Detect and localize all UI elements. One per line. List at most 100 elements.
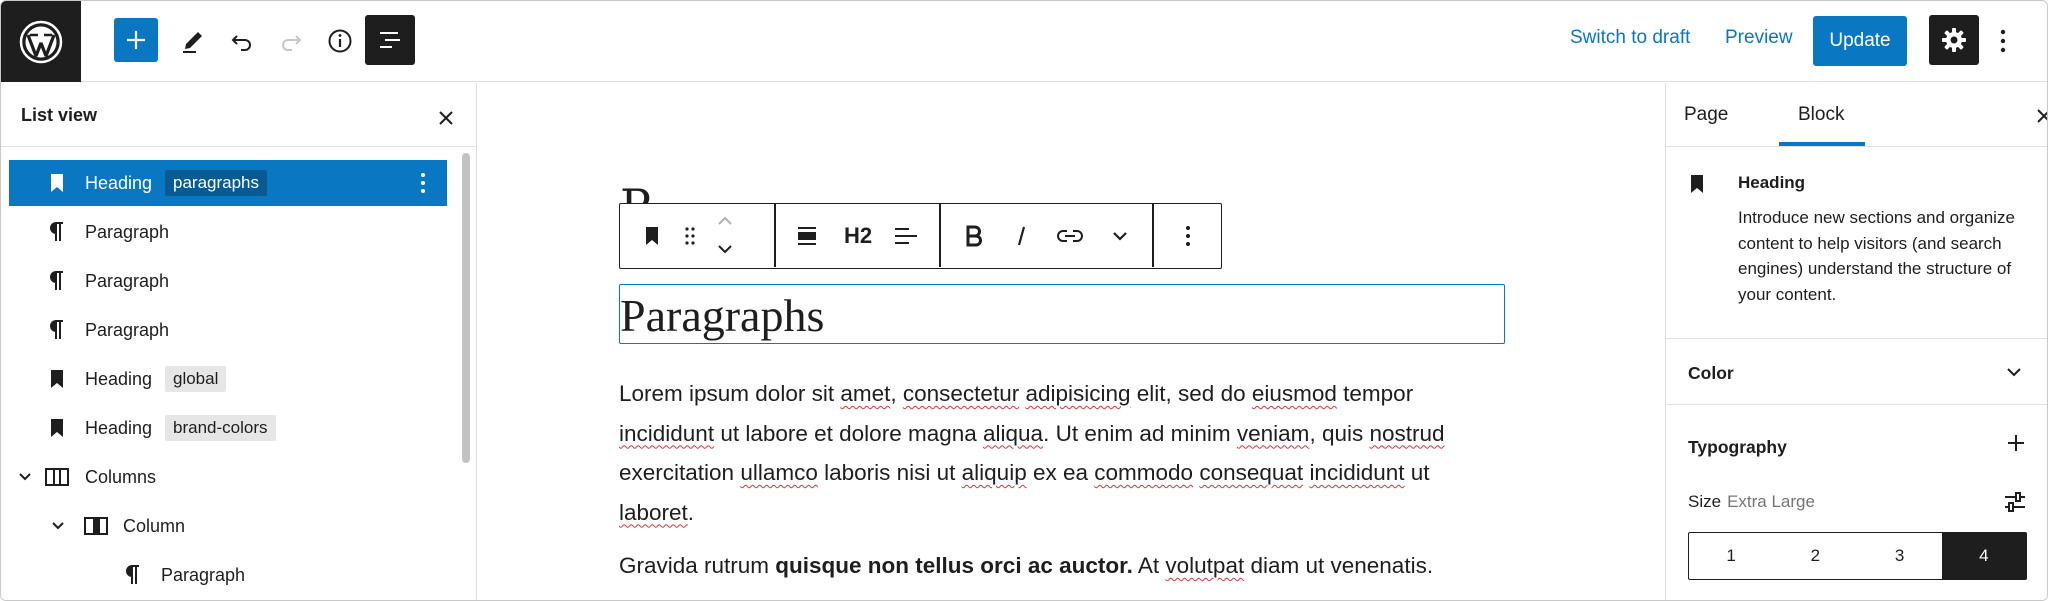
list-view-scrollbar[interactable] (462, 153, 470, 463)
preview-button[interactable]: Preview (1725, 27, 1793, 49)
drag-handle[interactable] (676, 204, 704, 267)
block-toolbar: H2 (619, 203, 1222, 269)
pilcrow-icon (45, 269, 69, 293)
misspelled-word: incididunt (1309, 460, 1405, 485)
add-block-button[interactable] (114, 18, 158, 62)
paragraph-text: ut labore et dolore magna (714, 420, 984, 446)
paragraph-text: exercitation (619, 460, 741, 485)
editor-window: Switch to draft Preview Update List view… (0, 0, 2048, 601)
list-item-paragraph[interactable]: Paragraph (9, 258, 447, 304)
options-menu-button[interactable] (1991, 21, 2015, 61)
paragraph-block[interactable]: Gravida rutrum quisque non tellus orci a… (619, 546, 1509, 586)
list-item-heading-brand-colors[interactable]: Heading brand-colors (9, 405, 447, 451)
paragraph-block[interactable]: Lorem ipsum dolor sit amet, consectetur … (619, 374, 1509, 532)
heading-text[interactable]: Paragraphs (620, 289, 824, 342)
paragraph-text: laboris nisi ut (817, 460, 962, 485)
text-align-button[interactable] (888, 204, 924, 267)
more-vertical-icon[interactable] (411, 171, 435, 195)
sidebar-tabs: Page Block (1665, 83, 2047, 147)
tools-button[interactable] (173, 21, 213, 61)
bold-text: quisque non tellus orci ac auctor. (775, 553, 1133, 578)
list-view-icon (380, 32, 400, 48)
list-item-heading-global[interactable]: Heading global (9, 356, 447, 402)
misspelled-word: aliquip (961, 460, 1027, 485)
chevron-down-icon[interactable] (13, 465, 37, 489)
more-formats-button[interactable] (1100, 204, 1140, 267)
update-button[interactable]: Update (1813, 16, 1907, 66)
chevron-down-icon (1113, 231, 1127, 241)
settings-button[interactable] (1929, 15, 1979, 65)
switch-to-draft-button[interactable]: Switch to draft (1570, 27, 1690, 49)
color-panel-title: Color (1688, 363, 1734, 383)
bookmark-icon (45, 416, 69, 440)
misspelled-word: adipisicing (1025, 381, 1131, 406)
align-button[interactable] (788, 204, 826, 267)
list-view-header: List view (1, 83, 477, 147)
info-icon (328, 29, 352, 53)
paragraph-text: Lorem ipsum dolor sit (619, 381, 841, 406)
move-down-button[interactable] (710, 236, 740, 262)
misspelled-word: aliqua (983, 420, 1044, 446)
misspelled-word: consectetur (902, 381, 1020, 406)
list-item-paragraph[interactable]: Paragraph (9, 209, 447, 255)
font-size-option[interactable]: 3 (1858, 533, 1942, 579)
wordpress-logo-button[interactable] (1, 1, 81, 82)
list-view-button[interactable] (365, 15, 415, 65)
columns-icon (45, 465, 69, 489)
misspelled-word: eiusmod (1251, 381, 1337, 406)
close-icon (439, 111, 453, 125)
italic-button[interactable] (1002, 204, 1042, 267)
toolbar-separator (774, 204, 776, 267)
undo-icon (231, 35, 251, 51)
bold-icon (966, 225, 982, 246)
list-view-panel: List view Heading paragraphs Paragraph P… (1, 83, 477, 600)
block-options-button[interactable] (1168, 204, 1208, 267)
list-item-paragraph[interactable]: Paragraph (9, 307, 447, 353)
redo-icon (282, 35, 302, 51)
typography-options-button[interactable] (2006, 433, 2026, 458)
redo-button[interactable] (271, 21, 311, 61)
typography-panel-title: Typography (1688, 437, 1787, 457)
block-card-description: Introduce new sections and organize cont… (1738, 208, 2015, 304)
list-item-label: Paragraph (85, 221, 170, 242)
custom-size-button[interactable] (2000, 489, 2030, 515)
close-settings-button[interactable] (2029, 101, 2047, 131)
font-size-option[interactable]: 1 (1689, 533, 1773, 579)
heading-block[interactable]: Paragraphs (619, 284, 1505, 344)
chevron-down-icon (2006, 365, 2022, 383)
move-up-button[interactable] (710, 208, 740, 234)
bookmark-icon (1688, 173, 1706, 200)
color-panel-header[interactable]: Color (1666, 339, 2047, 405)
drag-handle-icon (685, 226, 695, 245)
font-size-option-selected[interactable]: 4 (1941, 533, 2026, 579)
list-item-columns[interactable]: Columns (9, 454, 447, 500)
paragraph-text: diam ut venenatis. (1244, 553, 1434, 578)
tab-block[interactable]: Block (1798, 104, 1844, 126)
chevron-down-icon[interactable] (46, 514, 70, 538)
misspelled-word: consequat (1199, 460, 1304, 485)
list-item-heading-paragraphs[interactable]: Heading paragraphs (9, 160, 447, 206)
anchor-badge: global (165, 366, 227, 392)
list-item-paragraph[interactable]: Paragraph (9, 552, 447, 598)
size-value: Extra Large (1727, 492, 1815, 511)
toolbar-separator (939, 204, 941, 267)
bold-button[interactable] (954, 204, 994, 267)
font-size-option[interactable]: 2 (1773, 533, 1857, 579)
link-button[interactable] (1048, 204, 1092, 267)
font-size-picker: 1 2 3 4 (1688, 532, 2027, 580)
heading-level-button[interactable]: H2 (834, 204, 882, 267)
list-item-column[interactable]: Column (9, 503, 447, 549)
anchor-badge: brand-colors (165, 415, 276, 441)
bookmark-icon (646, 226, 658, 245)
misspelled-word: incididunt (619, 420, 715, 446)
paragraph-text: , quis (1309, 420, 1370, 446)
list-item-label: Paragraph (85, 270, 170, 291)
misspelled-word: volutpat (1165, 553, 1245, 578)
block-type-button[interactable] (634, 204, 670, 267)
close-list-view-button[interactable] (431, 103, 461, 133)
italic-icon (1017, 226, 1026, 245)
details-button[interactable] (320, 21, 360, 61)
list-item-label: Columns (85, 466, 157, 487)
undo-button[interactable] (222, 21, 262, 61)
tab-page[interactable]: Page (1684, 104, 1728, 126)
